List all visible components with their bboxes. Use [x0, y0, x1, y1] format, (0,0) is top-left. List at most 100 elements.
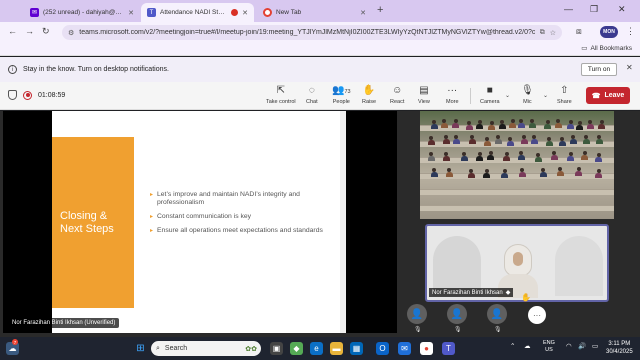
minimize-icon[interactable]: —	[564, 4, 573, 14]
speaker-name: Nor Farazihan Binti Ikhsan	[432, 289, 503, 296]
forward-icon[interactable]: →	[25, 26, 34, 36]
folder-icon: ▭	[581, 45, 588, 52]
profile-avatar[interactable]: MON	[600, 26, 618, 38]
recording-indicator-icon	[231, 9, 239, 16]
menu-kebab-icon[interactable]: ⋮	[626, 26, 635, 37]
camera-options-chevron-icon[interactable]: ⌄	[505, 92, 510, 99]
people-button[interactable]: 👥73 People	[332, 85, 351, 105]
network-icon[interactable]: ☁	[524, 342, 531, 350]
participant-avatar[interactable]: 👤	[407, 304, 427, 324]
audience-member-body	[452, 123, 460, 128]
share-button[interactable]: ⇧ Share	[557, 85, 572, 105]
app-icon[interactable]: ✉	[398, 342, 411, 355]
close-window-icon[interactable]: ✕	[618, 4, 626, 15]
presenter-name-tag: Nor Farazihan Binti Ikhsan (Unverified)	[8, 318, 120, 328]
turn-on-button[interactable]: Turn on	[581, 63, 617, 76]
audience-member	[452, 135, 460, 144]
close-icon[interactable]: ✕	[128, 9, 134, 17]
audience-member-body	[476, 124, 483, 129]
view-button[interactable]: ▤ View	[418, 85, 430, 105]
open-in-app-icon[interactable]: ⧉	[540, 29, 545, 37]
audience-member-body	[467, 173, 475, 178]
more-participants-button[interactable]: ···	[528, 306, 546, 324]
battery-icon[interactable]: ▭	[592, 342, 598, 350]
leave-button[interactable]: ☎ Leave	[586, 87, 630, 104]
back-icon[interactable]: ←	[8, 26, 17, 36]
close-icon[interactable]: ✕	[626, 63, 633, 72]
info-icon: i	[8, 65, 17, 74]
raise-hand-icon: ✋	[362, 85, 376, 96]
bookmark-star-icon[interactable]: ☆	[550, 29, 556, 37]
reload-icon[interactable]: ↻	[42, 26, 50, 37]
search-placeholder: Search	[164, 345, 188, 352]
edge-icon[interactable]: e	[310, 342, 323, 355]
pin-icon: ◆	[505, 290, 511, 296]
tab-mail[interactable]: ✉ (252 unread) - dahiyah@sprin... ✕	[24, 3, 140, 22]
chrome-icon[interactable]: ●	[420, 342, 433, 355]
speaker-name-tag: Nor Farazihan Binti Ikhsan ◆	[429, 288, 514, 297]
participant-avatar[interactable]: 👤	[447, 304, 467, 324]
windows-start-icon[interactable]: ⊞	[134, 342, 147, 355]
recording-icon	[23, 90, 32, 100]
audience-member	[488, 121, 496, 130]
language-indicator[interactable]: ENG US	[543, 340, 555, 354]
react-button[interactable]: ☺ React	[390, 85, 404, 105]
participant-avatar[interactable]: 👤	[487, 304, 507, 324]
audience-member-body	[595, 139, 603, 144]
system-clock[interactable]: 3:11 PM 30/4/2025	[606, 340, 633, 356]
shared-screen[interactable]: Closing & Next Steps Let’s improve and m…	[3, 111, 397, 333]
audience-member-body	[576, 125, 584, 130]
close-icon[interactable]: ✕	[242, 9, 248, 17]
audience-member	[460, 152, 468, 161]
audience-member-body	[556, 171, 564, 176]
meeting-status: 01:08:59	[8, 90, 65, 100]
camera-button[interactable]: ■ Camera	[480, 85, 500, 105]
mic-button[interactable]: 🎙 Mic	[521, 85, 534, 105]
mic-options-chevron-icon[interactable]: ⌄	[543, 92, 548, 99]
outlook-icon[interactable]: O	[376, 342, 389, 355]
view-label: View	[418, 99, 430, 105]
audience-member	[442, 135, 450, 144]
extensions-icon[interactable]: ⧈	[576, 26, 582, 37]
tray-chevron-icon[interactable]: ⌃	[510, 342, 515, 350]
notification-message: Stay in the know. Turn on desktop notifi…	[23, 66, 169, 73]
audience-member	[506, 137, 514, 146]
audience-member-body	[440, 123, 448, 128]
chat-button[interactable]: ◌ Chat	[306, 85, 318, 105]
slide-scrollbar[interactable]	[340, 111, 346, 333]
volume-icon[interactable]: 🔊	[578, 342, 586, 350]
teams-icon[interactable]: T	[442, 342, 455, 355]
mic-muted-icon: 🎙	[494, 327, 502, 333]
site-info-icon[interactable]: ⚙	[68, 29, 74, 37]
audience-member	[476, 152, 484, 161]
taskbar-search[interactable]: ⌕ Search ✿✿	[151, 341, 261, 356]
take-control-button[interactable]: ⇱ Take control	[266, 85, 296, 105]
raise-hand-button[interactable]: ✋ Raise	[362, 85, 376, 105]
more-button[interactable]: ··· More	[446, 85, 459, 105]
audience-member	[501, 169, 509, 178]
tab-label: (252 unread) - dahiyah@sprin...	[43, 9, 124, 16]
wifi-icon[interactable]: ◠	[566, 342, 572, 350]
task-view-icon[interactable]: ▣	[270, 342, 283, 355]
speaker-video-tile[interactable]: Nor Farazihan Binti Ikhsan ◆	[425, 224, 609, 302]
audience-video-tile[interactable]	[420, 111, 614, 219]
audience-member-body	[558, 141, 566, 146]
audience-member	[503, 152, 511, 161]
audience-member-body	[430, 172, 438, 177]
audience-member	[581, 151, 589, 160]
maximize-icon[interactable]: ❐	[590, 4, 598, 15]
background-arch	[433, 236, 481, 296]
browser-tab-strip: ✉ (252 unread) - dahiyah@sprin... ✕ T At…	[0, 0, 640, 22]
tab-teams-meeting[interactable]: T Attendance NADI Staff | Me... ✕	[141, 3, 254, 22]
new-tab-icon[interactable]: +	[377, 4, 383, 16]
file-explorer-icon[interactable]: ▬	[330, 342, 343, 355]
audience-member-body	[544, 124, 552, 129]
app-icon[interactable]: ◆	[290, 342, 303, 355]
url-field[interactable]: ⚙ teams.microsoft.com/v2/?meetingjoin=tr…	[62, 25, 562, 40]
close-icon[interactable]: ✕	[360, 9, 366, 17]
take-control-label: Take control	[266, 99, 296, 105]
all-bookmarks[interactable]: ▭ All Bookmarks	[581, 44, 632, 53]
store-icon[interactable]: ▦	[350, 342, 363, 355]
tab-new-tab[interactable]: New Tab ✕	[257, 3, 372, 22]
search-icon: ⌕	[156, 344, 160, 352]
